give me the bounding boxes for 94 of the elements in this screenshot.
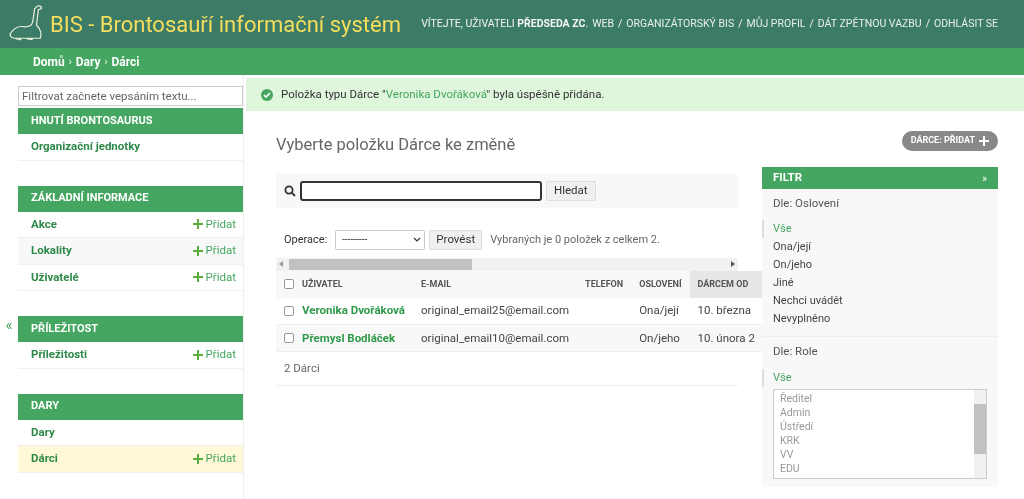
table-cell: original_email10@email.com xyxy=(421,330,570,345)
sidebar-link[interactable]: Dárci xyxy=(31,450,58,468)
result-count: 2 Dárci xyxy=(284,360,320,378)
column-header[interactable]: DÁRCEM OD xyxy=(689,270,763,298)
filter-option[interactable]: Vše xyxy=(762,220,987,239)
plus-icon xyxy=(192,453,203,464)
table-cell: 10. února 2 xyxy=(697,330,755,345)
sidebar-item[interactable]: Dárci Přidat xyxy=(18,446,243,473)
plus-icon xyxy=(192,349,203,360)
role-listbox[interactable]: Ředitel Admin Ústředí KRK VV EDU xyxy=(773,388,987,479)
header-link[interactable]: ODHLÁSIT SE xyxy=(934,16,998,32)
message-text: Položka typu Dárce "Veronika Dvořáková" byla úspěšně přidána. xyxy=(281,85,605,103)
search-icon xyxy=(284,184,296,197)
sidebar-link[interactable]: Dary xyxy=(31,423,55,441)
filter-option[interactable]: Jiné xyxy=(773,274,987,293)
page-title: Vyberte položku Dárce ke změně xyxy=(276,134,517,156)
separator-text: / xyxy=(809,16,814,32)
selection-counter: Vybraných je 0 položek z celkem 2. xyxy=(490,231,660,248)
select-all-checkbox[interactable] xyxy=(284,279,294,290)
breadcrumb-link[interactable]: Domů xyxy=(33,52,65,71)
sidebar-section-header: DARY xyxy=(18,393,243,420)
listbox-option[interactable]: VV xyxy=(780,447,974,462)
search-button[interactable]: Hledat xyxy=(546,180,596,201)
filter-option[interactable]: Nechci uvádět xyxy=(773,292,987,311)
sidebar-section-header: ZÁKLADNÍ INFORMACE xyxy=(18,185,243,212)
column-header[interactable]: E-MAIL xyxy=(413,270,578,298)
scroll-left-icon[interactable] xyxy=(279,261,283,268)
column-header[interactable]: TELEFON xyxy=(577,270,632,298)
message-link[interactable]: Veronika Dvořáková xyxy=(385,86,487,101)
header-link[interactable]: WEB xyxy=(592,16,614,32)
add-link[interactable]: Přidat xyxy=(192,450,236,468)
listbox-option[interactable]: EDU xyxy=(780,461,974,476)
breadcrumb-link[interactable]: Dary xyxy=(75,52,101,71)
user-link[interactable]: Veronika Dvořáková xyxy=(302,303,405,318)
header-link[interactable]: ORGANIZÁTORSKÝ BIS xyxy=(626,16,735,32)
sidebar-item[interactable]: Lokality Přidat xyxy=(18,238,243,265)
listbox-option[interactable]: KRK xyxy=(780,433,974,448)
add-link[interactable]: Přidat xyxy=(192,215,236,233)
sidebar-link[interactable]: Lokality xyxy=(31,242,72,260)
filter-title: FILTR xyxy=(773,169,803,187)
row-checkbox[interactable] xyxy=(284,333,294,344)
sidebar-link[interactable]: Příležitosti xyxy=(31,346,87,364)
add-link[interactable]: Přidat xyxy=(192,268,236,286)
listbox-option[interactable]: Admin xyxy=(780,405,974,420)
run-action-button[interactable]: Provést xyxy=(429,229,483,250)
row-checkbox[interactable] xyxy=(284,306,294,316)
action-select[interactable]: --------- xyxy=(335,229,426,250)
table-cell: On/jeho xyxy=(639,330,680,345)
welcome-text: VÍTEJTE, UŽIVATELI PŘEDSEDA ZC. xyxy=(421,16,589,32)
user-link[interactable]: Přemysl Bodláček xyxy=(302,330,396,345)
breadcrumb-separator: › xyxy=(68,55,72,69)
table-cell: original_email25@email.com xyxy=(421,303,570,318)
add-link[interactable]: Přidat xyxy=(192,242,236,260)
listbox-option[interactable]: Ředitel xyxy=(780,391,974,406)
add-donor-button[interactable]: DÁRCE: PŘIDAT xyxy=(901,131,998,151)
add-link[interactable]: Přidat xyxy=(192,346,236,364)
plus-icon xyxy=(192,219,203,230)
sidebar-link[interactable]: Uživatelé xyxy=(31,268,79,286)
table-cell: 10. března xyxy=(697,303,751,318)
column-header[interactable]: UŽIVATEL xyxy=(294,270,413,298)
separator-text: / xyxy=(618,16,623,32)
scrollbar-thumb[interactable] xyxy=(289,258,472,270)
plus-icon xyxy=(979,136,989,146)
collapse-sidebar-button[interactable]: « xyxy=(5,318,13,333)
filter-group-title: Dle: Role xyxy=(773,343,819,361)
header-link[interactable]: DÁT ZPĚTNOU VAZBU xyxy=(817,16,922,32)
search-field[interactable] xyxy=(300,180,542,201)
chevron-down-icon xyxy=(413,237,422,243)
site-title: BIS - Brontosauří informační systém xyxy=(50,10,401,39)
scrollbar-thumb[interactable] xyxy=(974,403,986,454)
breadcrumb-link[interactable]: Dárci xyxy=(111,52,140,71)
action-label: Operace: xyxy=(284,231,328,248)
filter-option[interactable]: Vše xyxy=(762,368,987,387)
plus-icon xyxy=(192,245,203,256)
plus-icon xyxy=(192,272,203,283)
filter-group-title: Dle: Oslovení xyxy=(773,195,840,212)
column-header[interactable]: OSLOVENÍ xyxy=(631,270,690,298)
table-cell: Ona/její xyxy=(639,303,679,318)
sidebar-section-header: PŘÍLEŽITOST xyxy=(18,316,243,342)
filter-toggle-button[interactable]: » xyxy=(982,170,987,186)
sidebar-link[interactable]: Organizační jednotky xyxy=(31,138,141,156)
separator-text: / xyxy=(925,16,930,32)
header-link[interactable]: MŮJ PROFIL xyxy=(746,16,806,32)
check-circle-icon xyxy=(261,88,273,101)
sidebar-section-header: HNUTÍ BRONTOSAURUS xyxy=(18,108,243,134)
filter-option[interactable]: Ona/její xyxy=(773,238,987,257)
listbox-option[interactable]: Ústředí xyxy=(780,419,974,434)
sidebar-filter-field[interactable]: Filtrovat začnete vepsáním textu... xyxy=(18,86,243,106)
breadcrumb-separator: › xyxy=(104,55,108,69)
sidebar-link[interactable]: Akce xyxy=(31,215,57,233)
filter-option[interactable]: On/jeho xyxy=(773,256,987,275)
filter-option[interactable]: Nevyplněno xyxy=(773,310,987,329)
separator-text: / xyxy=(738,16,743,32)
scroll-right-icon[interactable] xyxy=(731,261,735,268)
